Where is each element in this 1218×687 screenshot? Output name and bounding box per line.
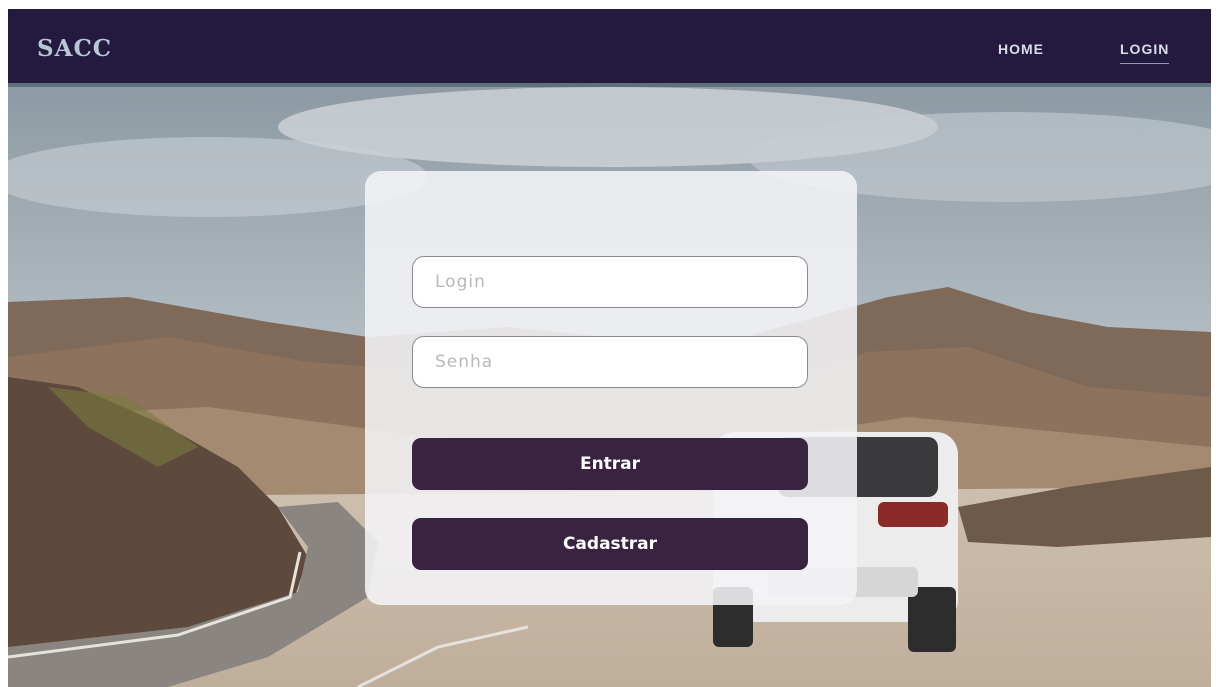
brand-logo[interactable]: SACC [37, 35, 112, 62]
register-button[interactable]: Cadastrar [412, 518, 808, 570]
browser-viewport: SACC HOME LOGIN Login Entrar Cadastrar [8, 9, 1211, 687]
nav-home-link[interactable]: HOME [998, 41, 1044, 57]
password-input[interactable] [412, 336, 808, 388]
login-input[interactable] [412, 256, 808, 308]
nav-login-link[interactable]: LOGIN [1120, 41, 1170, 64]
login-card: Entrar Cadastrar [365, 171, 857, 605]
enter-button[interactable]: Entrar [412, 438, 808, 490]
top-navbar: SACC HOME LOGIN [8, 9, 1211, 87]
